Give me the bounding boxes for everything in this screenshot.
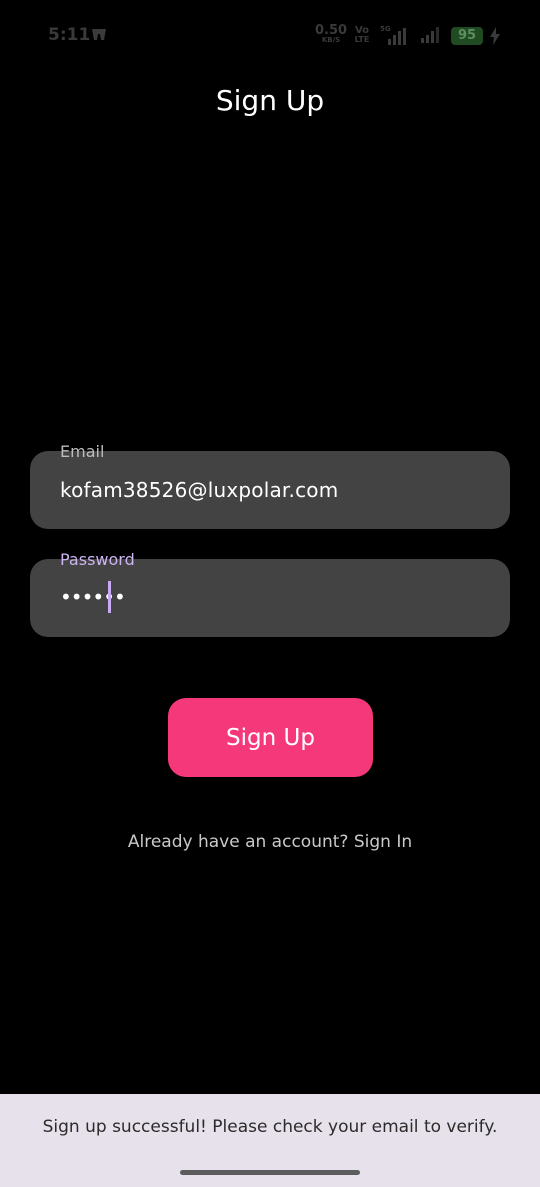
- home-indicator[interactable]: [180, 1170, 360, 1175]
- email-label: Email: [60, 442, 105, 461]
- status-bar: 5:11 0.50 KB/S Vo LTE 5G 95: [0, 0, 540, 72]
- battery-icon: 95: [451, 27, 483, 45]
- volte-bottom: LTE: [354, 35, 370, 44]
- net-speed: 0.50 KB/S: [315, 24, 347, 44]
- email-value: kofam38526@luxpolar.com: [60, 478, 339, 502]
- signal-5g-icon: 5G: [380, 25, 410, 45]
- password-field[interactable]: ••••••: [30, 559, 510, 637]
- status-time: 5:11: [48, 25, 91, 45]
- volte-indicator: Vo LTE: [350, 26, 374, 44]
- signal-icon: [421, 27, 439, 43]
- snackbar: Sign up successful! Please check your em…: [0, 1094, 540, 1187]
- charging-icon: [490, 27, 500, 45]
- password-label: Password: [60, 550, 135, 569]
- sign-up-button[interactable]: Sign Up: [168, 698, 373, 777]
- password-value: ••••••: [60, 585, 126, 609]
- sign-in-link[interactable]: Already have an account? Sign In: [0, 832, 540, 852]
- net-speed-unit: KB/S: [321, 36, 341, 44]
- snackbar-message: Sign up successful! Please check your em…: [42, 1117, 498, 1137]
- notification-icon: [92, 29, 106, 40]
- email-field[interactable]: kofam38526@luxpolar.com: [30, 451, 510, 529]
- text-cursor: [108, 581, 111, 613]
- battery-level: 95: [457, 28, 477, 43]
- page-title: Sign Up: [215, 84, 325, 117]
